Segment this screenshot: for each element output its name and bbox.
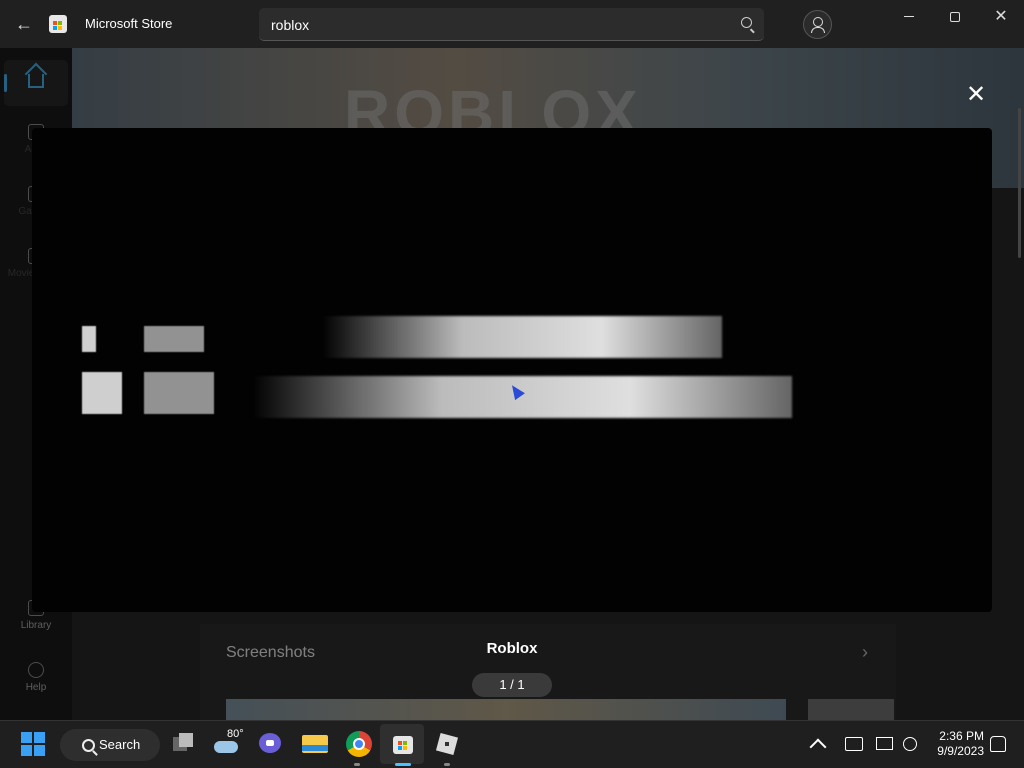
search-input[interactable] xyxy=(269,13,733,37)
maximize-button[interactable] xyxy=(937,6,973,28)
store-logo-icon xyxy=(49,15,67,33)
close-window-button[interactable]: ✕ xyxy=(983,6,1019,28)
video-frame-streak xyxy=(322,316,722,358)
network-icon[interactable] xyxy=(876,737,893,750)
windows-start-icon[interactable] xyxy=(20,731,46,757)
search-icon[interactable] xyxy=(741,17,752,28)
chat-icon[interactable] xyxy=(258,731,284,757)
volume-muted-icon[interactable] xyxy=(903,737,917,751)
running-indicator xyxy=(354,763,360,766)
close-icon[interactable]: ✕ xyxy=(964,83,988,107)
roblox-icon[interactable] xyxy=(434,731,460,757)
media-pager: 1 / 1 xyxy=(472,673,552,697)
taskbar-search-label: Search xyxy=(99,737,141,752)
chrome-icon[interactable] xyxy=(346,731,372,757)
clock-time: 2:36 PM xyxy=(939,729,984,743)
video-frame-artifact xyxy=(144,372,214,414)
back-arrow-icon[interactable]: ← xyxy=(12,12,36,36)
video-frame-artifact xyxy=(82,372,122,414)
video-frame-artifact xyxy=(144,326,204,352)
microsoft-store-icon[interactable] xyxy=(390,731,416,757)
search-icon xyxy=(82,739,95,752)
active-indicator xyxy=(395,763,411,766)
minimize-button[interactable] xyxy=(891,6,927,28)
show-hidden-icons-chevron-icon[interactable] xyxy=(809,738,827,756)
notification-bell-icon[interactable] xyxy=(990,736,1006,752)
search-box[interactable] xyxy=(259,8,764,41)
video-player[interactable] xyxy=(32,128,992,612)
media-title: Roblox xyxy=(486,640,538,657)
taskbar-search-button[interactable]: Search xyxy=(60,729,160,761)
taskbar: Search 80° 2:36 PM 9/9/2023 xyxy=(0,720,1024,768)
file-explorer-icon[interactable] xyxy=(302,731,328,757)
title-bar: ← Microsoft Store ✕ xyxy=(0,0,1024,48)
cloud-offline-icon[interactable] xyxy=(845,737,863,751)
video-frame-artifact xyxy=(82,326,96,352)
system-clock[interactable]: 2:36 PM 9/9/2023 xyxy=(928,729,984,759)
weather-temperature: 80° xyxy=(227,728,244,740)
media-viewer-overlay: ✕ xyxy=(0,48,1024,720)
running-indicator xyxy=(444,763,450,766)
video-frame-streak xyxy=(252,376,792,418)
app-title: Microsoft Store xyxy=(85,16,173,31)
clock-date: 9/9/2023 xyxy=(937,744,984,758)
account-icon[interactable] xyxy=(803,10,832,39)
task-view-icon[interactable] xyxy=(171,731,197,757)
